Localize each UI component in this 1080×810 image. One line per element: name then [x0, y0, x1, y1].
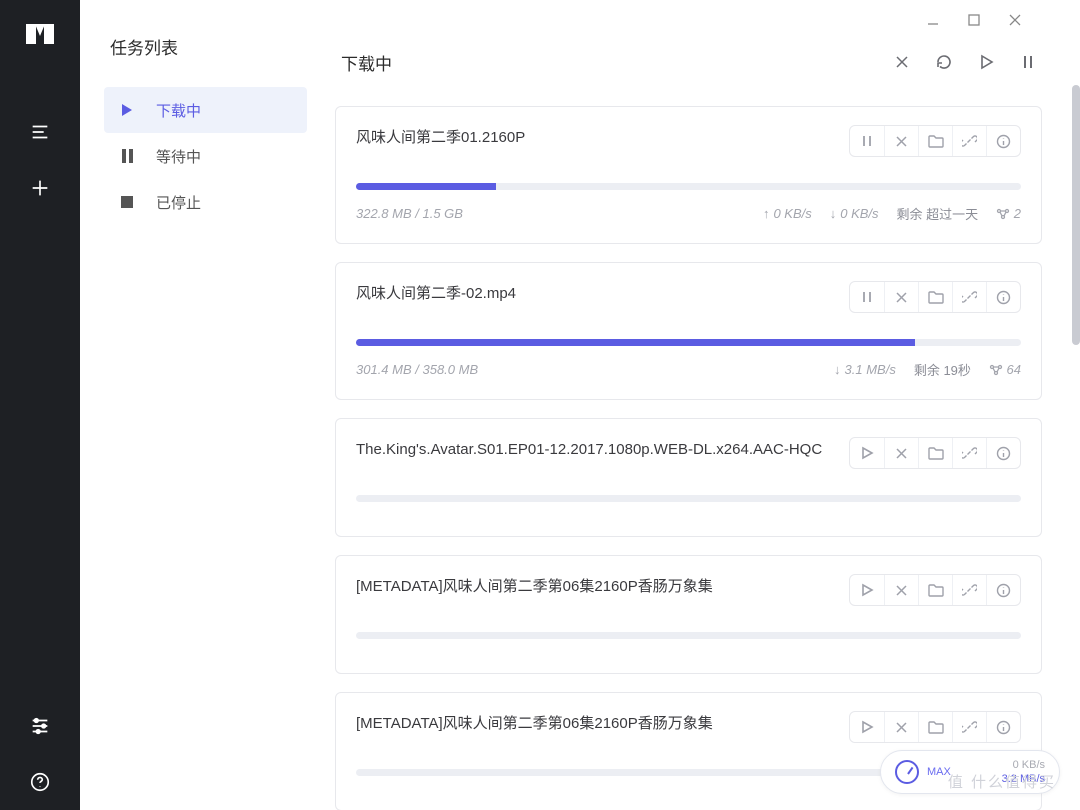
- page-title: 下载中: [341, 50, 878, 75]
- sidebar-item-label: 等待中: [156, 146, 201, 167]
- gauge-icon: [895, 760, 919, 784]
- task-link-button[interactable]: [952, 575, 986, 605]
- task-play-button[interactable]: [850, 575, 884, 605]
- task-card: The.King's.Avatar.S01.EP01-12.2017.1080p…: [335, 418, 1042, 537]
- task-actions: [849, 711, 1021, 743]
- pause-all-button[interactable]: [1010, 44, 1046, 80]
- task-link-button[interactable]: [952, 712, 986, 742]
- task-folder-button[interactable]: [918, 575, 952, 605]
- task-folder-button[interactable]: [918, 438, 952, 468]
- time-remaining: 剩余 19秒: [914, 360, 971, 379]
- speed-indicator[interactable]: MAX 0 KB/s 3.2 MB/s: [880, 750, 1060, 794]
- close-icon[interactable]: [1008, 13, 1022, 27]
- pause-icon: [118, 149, 136, 163]
- task-info-button[interactable]: [986, 438, 1020, 468]
- download-speed: ↓0 KB/s: [830, 206, 879, 221]
- task-folder-button[interactable]: [918, 282, 952, 312]
- resume-all-button[interactable]: [968, 44, 1004, 80]
- speed-up: 0 KB/s: [1002, 758, 1045, 772]
- task-remove-button[interactable]: [884, 438, 918, 468]
- task-name: 风味人间第二季-02.mp4: [356, 281, 849, 307]
- minimize-icon[interactable]: [926, 13, 940, 27]
- task-pause-button[interactable]: [850, 282, 884, 312]
- task-pause-button[interactable]: [850, 126, 884, 156]
- task-actions: [849, 281, 1021, 313]
- task-folder-button[interactable]: [918, 126, 952, 156]
- rail-help-icon[interactable]: [0, 754, 80, 810]
- task-link-button[interactable]: [952, 126, 986, 156]
- download-speed: ↓3.1 MB/s: [834, 362, 896, 377]
- task-list: 风味人间第二季01.2160P 322.8 MB / 1.5 GB ↑0 KB/s ↓…: [335, 106, 1046, 810]
- sidebar-item-waiting[interactable]: 等待中: [104, 133, 307, 179]
- progress-bar: [356, 339, 1021, 346]
- app-logo: [26, 24, 54, 44]
- rail-tasks[interactable]: [0, 104, 80, 160]
- stop-icon: [118, 196, 136, 208]
- task-name: [METADATA]风味人间第二季第06集2160P香肠万象集: [356, 711, 849, 737]
- task-size: 301.4 MB / 358.0 MB: [356, 362, 816, 377]
- task-remove-button[interactable]: [884, 575, 918, 605]
- task-size: 322.8 MB / 1.5 GB: [356, 206, 745, 221]
- peer-count: 64: [989, 362, 1021, 377]
- rail-settings-icon[interactable]: [0, 698, 80, 754]
- task-name: 风味人间第二季01.2160P: [356, 125, 849, 151]
- sidebar-item-label: 已停止: [156, 192, 201, 213]
- task-info-button[interactable]: [986, 126, 1020, 156]
- peer-count: 2: [996, 206, 1021, 221]
- sidebar-item-label: 下载中: [156, 100, 201, 121]
- nav-rail: [0, 0, 80, 810]
- main: 下载中 风味人间第二季01.2160P 322.8 MB / 1.5 GB ↑0 K…: [335, 0, 1080, 810]
- task-link-button[interactable]: [952, 438, 986, 468]
- task-card: 风味人间第二季01.2160P 322.8 MB / 1.5 GB ↑0 KB/s ↓…: [335, 106, 1042, 244]
- progress-bar: [356, 495, 1021, 502]
- task-card: [METADATA]风味人间第二季第06集2160P香肠万象集: [335, 555, 1042, 674]
- refresh-button[interactable]: [926, 44, 962, 80]
- sidebar: 任务列表 下载中 等待中 已停止: [80, 0, 335, 810]
- clear-button[interactable]: [884, 44, 920, 80]
- task-info-button[interactable]: [986, 712, 1020, 742]
- task-name: The.King's.Avatar.S01.EP01-12.2017.1080p…: [356, 437, 849, 463]
- task-play-button[interactable]: [850, 438, 884, 468]
- task-card: 风味人间第二季-02.mp4 301.4 MB / 358.0 MB ↓3.1 MB…: [335, 262, 1042, 400]
- maximize-icon[interactable]: [968, 14, 980, 26]
- task-link-button[interactable]: [952, 282, 986, 312]
- scrollbar[interactable]: [1072, 85, 1080, 345]
- upload-speed: ↑0 KB/s: [763, 206, 812, 221]
- task-info-button[interactable]: [986, 575, 1020, 605]
- task-remove-button[interactable]: [884, 282, 918, 312]
- task-info-button[interactable]: [986, 282, 1020, 312]
- rail-add[interactable]: [0, 160, 80, 216]
- sidebar-title: 任务列表: [104, 34, 307, 59]
- speed-mode: MAX: [927, 765, 951, 779]
- task-play-button[interactable]: [850, 712, 884, 742]
- task-folder-button[interactable]: [918, 712, 952, 742]
- time-remaining: 剩余 超过一天: [897, 204, 979, 223]
- progress-bar: [356, 632, 1021, 639]
- play-icon: [118, 104, 136, 116]
- page-header: 下载中: [335, 40, 1046, 106]
- sidebar-item-downloading[interactable]: 下载中: [104, 87, 307, 133]
- task-actions: [849, 125, 1021, 157]
- task-remove-button[interactable]: [884, 126, 918, 156]
- task-actions: [849, 574, 1021, 606]
- sidebar-item-stopped[interactable]: 已停止: [104, 179, 307, 225]
- speed-down: 3.2 MB/s: [1002, 772, 1045, 786]
- task-actions: [849, 437, 1021, 469]
- task-name: [METADATA]风味人间第二季第06集2160P香肠万象集: [356, 574, 849, 600]
- progress-bar: [356, 183, 1021, 190]
- window-controls: [335, 0, 1046, 40]
- task-remove-button[interactable]: [884, 712, 918, 742]
